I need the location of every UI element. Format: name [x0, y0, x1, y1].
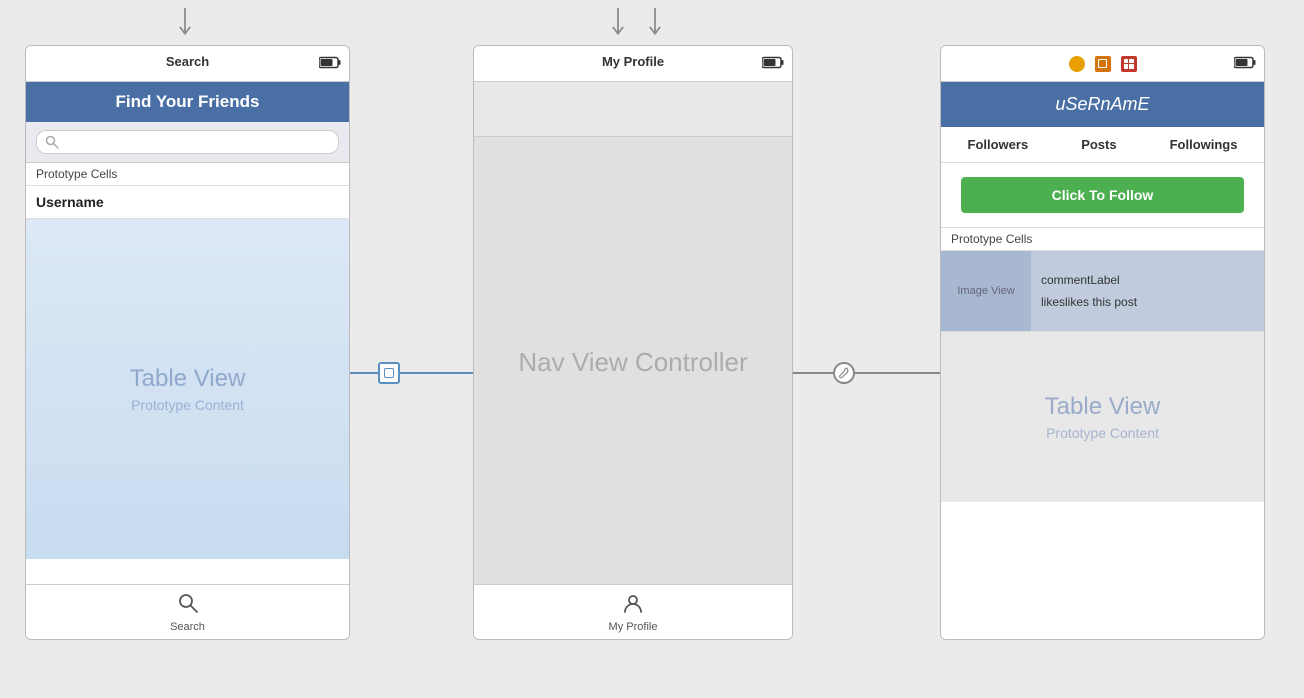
- screen1-tab-label: Search: [170, 621, 205, 633]
- follow-button[interactable]: Click To Follow: [961, 177, 1244, 213]
- wrench-icon: [838, 367, 850, 379]
- search-bar-container: [26, 122, 349, 163]
- followings-stat: Followings: [1170, 137, 1238, 152]
- toolbar-icon-grid[interactable]: [1121, 56, 1137, 72]
- battery-icon-2: [762, 56, 784, 71]
- arrow-down-3: [645, 8, 665, 38]
- screen1-table-view-sub: Prototype Content: [131, 397, 244, 413]
- screen2-nav-view-label: Nav View Controller: [518, 347, 747, 378]
- screen2-content: Nav View Controller: [474, 137, 792, 587]
- battery-icon-1: [319, 56, 341, 71]
- profile-stats: Followers Posts Followings: [941, 127, 1264, 163]
- prototype-cells-label-1: Prototype Cells: [26, 163, 349, 186]
- screen1-table-view-label: Table View: [130, 365, 246, 393]
- likes-label: likeslikes this post: [1041, 295, 1137, 309]
- image-view-label: Image View: [957, 285, 1014, 297]
- image-view-box: Image View: [941, 251, 1031, 331]
- post-info: commentLabel likeslikes this post: [1031, 251, 1147, 331]
- connector-square: [378, 362, 400, 384]
- followers-stat: Followers: [968, 137, 1029, 152]
- screen2-title: My Profile: [602, 54, 664, 69]
- screen1-title: Search: [166, 54, 209, 69]
- connector-1: [350, 362, 488, 384]
- canvas: Search Find Your Friends Pro: [0, 0, 1304, 698]
- screen1-tab-bar: Search: [26, 584, 349, 639]
- search-icon: [45, 135, 59, 149]
- post-cell: Image View commentLabel likeslikes this …: [941, 251, 1264, 332]
- screen3-username-bar: uSeRnAmE: [941, 82, 1264, 127]
- username-row: Username: [26, 186, 349, 219]
- screen1-frame: Search Find Your Friends Pro: [25, 45, 350, 640]
- connector-circle: [833, 362, 855, 384]
- comment-label: commentLabel: [1041, 273, 1137, 287]
- screen2-tab-bar: My Profile: [474, 584, 792, 639]
- screen2-nav-bar: [474, 82, 792, 137]
- screen1-table-view: Table View Prototype Content: [26, 219, 349, 559]
- posts-stat: Posts: [1081, 137, 1116, 152]
- screen1-nav-title: Find Your Friends: [116, 92, 260, 111]
- toolbar-icon-orange[interactable]: [1069, 56, 1085, 72]
- screen3-table-view-sub: Prototype Content: [1046, 425, 1159, 441]
- connector-2: [793, 362, 953, 384]
- screen3-table-view: Table View Prototype Content: [941, 332, 1264, 502]
- arrow-down-1: [175, 8, 195, 38]
- prototype-cells-label-2: Prototype Cells: [941, 228, 1264, 251]
- screen3-username: uSeRnAmE: [1055, 94, 1149, 114]
- screen2-title-bar: My Profile: [474, 46, 792, 82]
- screen2-tab-label: My Profile: [609, 621, 658, 633]
- screen1-title-bar: Search: [26, 46, 349, 82]
- search-bar[interactable]: [36, 130, 339, 154]
- toolbar-icon-box[interactable]: [1095, 56, 1111, 72]
- screen3-frame: uSeRnAmE Followers Posts Followings Clic…: [940, 45, 1265, 640]
- toolbar-icons: [1069, 56, 1137, 72]
- screen3-title-bar: [941, 46, 1264, 82]
- screen2-frame: My Profile Nav View Controller: [473, 45, 793, 640]
- arrow-down-2: [608, 8, 628, 38]
- myprofile-tab-icon[interactable]: [622, 592, 644, 619]
- follow-button-wrapper: Click To Follow: [941, 163, 1264, 228]
- battery-icon-3: [1234, 56, 1256, 71]
- screen1-nav-bar: Find Your Friends: [26, 82, 349, 122]
- search-tab-icon[interactable]: [177, 592, 199, 619]
- screen3-table-view-label: Table View: [1045, 393, 1161, 421]
